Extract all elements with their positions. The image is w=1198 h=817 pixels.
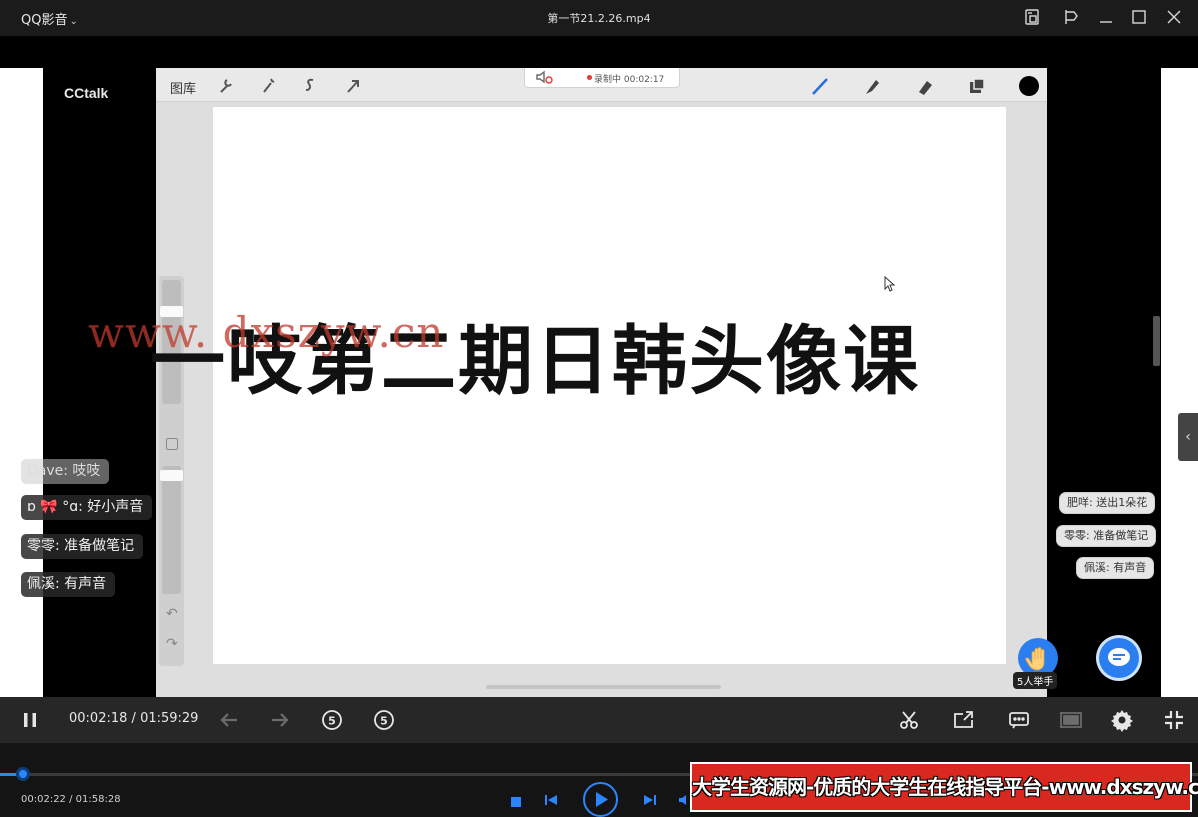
wrench-icon bbox=[213, 74, 237, 98]
time-separator: / bbox=[131, 711, 136, 726]
chat-notification: 佩溪: 有声音 bbox=[1076, 557, 1155, 579]
opacity-track bbox=[162, 466, 181, 594]
outer-time-display: 00:02:22 / 01:58:28 bbox=[21, 794, 121, 805]
transform-arrow-icon bbox=[341, 74, 365, 98]
pin-icon[interactable] bbox=[1060, 6, 1082, 28]
player-controls: 00:02:18 / 01:59:29 5 5 bbox=[0, 697, 1198, 743]
video-area[interactable]: CCtalk 图库 录制中 00:02:17 ↶ ↷ 一吱第二期日韩头像课 ww… bbox=[0, 36, 1198, 729]
previous-arrow-icon[interactable] bbox=[217, 708, 241, 732]
chat-bubble-icon bbox=[1099, 638, 1139, 678]
cctalk-logo: CCtalk bbox=[64, 85, 109, 101]
watermark-text: www. dxszyw.cn bbox=[88, 308, 445, 357]
layers-icon bbox=[965, 74, 989, 98]
play-button[interactable] bbox=[582, 781, 619, 817]
chat-notification: 零零: 准备做笔记 bbox=[1056, 525, 1157, 547]
site-banner: 大学生资源网-优质的大学生在线指导平台-www.dxszyw.cn bbox=[690, 762, 1198, 812]
mic-muted-icon bbox=[535, 70, 553, 87]
pause-button[interactable] bbox=[18, 708, 42, 732]
mouse-cursor-icon bbox=[884, 276, 896, 292]
exit-fullscreen-icon[interactable] bbox=[1162, 708, 1186, 732]
scissors-icon[interactable] bbox=[897, 708, 921, 732]
svg-text:5: 5 bbox=[380, 715, 388, 728]
total-time: 01:59:29 bbox=[140, 711, 199, 726]
qq-player-window: QQ影音 ⌄ 第一节21.2.26.mp4 CCtalk 图库 录制中 00:0… bbox=[0, 0, 1198, 817]
chat-message: ɒ 🎀 °ɑ: 好小声音 bbox=[21, 495, 153, 520]
redo-icon: ↷ bbox=[166, 636, 178, 652]
outer-player-bar: 00:02:22 / 01:58:28 大学生资源网-优质的大学生在线指导平台-… bbox=[0, 743, 1198, 817]
chat-message: Dave: 吱吱 bbox=[21, 459, 110, 484]
seek-knob[interactable] bbox=[16, 767, 30, 781]
next-arrow-icon[interactable] bbox=[268, 708, 292, 732]
modify-square-icon bbox=[166, 438, 178, 450]
title-bar: QQ影音 ⌄ 第一节21.2.26.mp4 bbox=[0, 0, 1198, 36]
share-screen-icon[interactable] bbox=[952, 708, 976, 732]
color-swatch-icon bbox=[1017, 74, 1041, 98]
selection-icon bbox=[298, 74, 322, 98]
undo-icon: ↶ bbox=[166, 606, 178, 622]
magic-wand-icon bbox=[256, 74, 280, 98]
maximize-icon[interactable] bbox=[1128, 6, 1150, 28]
eraser-icon bbox=[913, 74, 937, 98]
brush-icon bbox=[808, 74, 832, 98]
forward-5-button[interactable]: 5 bbox=[372, 708, 396, 732]
panel-grip bbox=[1153, 316, 1160, 366]
recording-status-bar: 录制中 00:02:17 bbox=[524, 68, 680, 88]
video-frame: CCtalk 图库 录制中 00:02:17 ↶ ↷ 一吱第二期日韩头像课 ww… bbox=[0, 68, 1198, 729]
banner-text: 大学生资源网-优质的大学生在线指导平台-www.dxszyw.cn bbox=[692, 775, 1198, 799]
recording-status: 录制中 00:02:17 bbox=[594, 75, 665, 85]
stop-icon[interactable] bbox=[510, 793, 522, 812]
smudge-icon bbox=[860, 74, 884, 98]
chat-notification: 肥咩: 送出1朵花 bbox=[1059, 492, 1156, 514]
gallery-label: 图库 bbox=[170, 82, 197, 97]
svg-text:5: 5 bbox=[328, 715, 336, 728]
subtitle-icon[interactable] bbox=[1007, 708, 1031, 732]
minimize-icon[interactable] bbox=[1095, 6, 1117, 28]
chat-message: 佩溪: 有声音 bbox=[21, 572, 116, 597]
drawing-toolbar: 图库 录制中 00:02:17 bbox=[156, 68, 1047, 102]
recording-dot-icon bbox=[587, 75, 592, 80]
current-time: 00:02:18 bbox=[69, 711, 128, 726]
playback-time: 00:02:18 / 01:59:29 bbox=[69, 711, 198, 726]
canvas-scrollbar bbox=[486, 685, 721, 689]
rewind-5-button[interactable]: 5 bbox=[320, 708, 344, 732]
next-track-icon[interactable] bbox=[643, 792, 657, 811]
previous-track-icon[interactable] bbox=[544, 792, 558, 811]
opacity-thumb bbox=[160, 470, 183, 481]
chevron-left-icon: ‹ bbox=[1178, 413, 1198, 461]
mini-mode-icon[interactable] bbox=[1021, 6, 1043, 28]
file-title: 第一节21.2.26.mp4 bbox=[547, 12, 651, 25]
raise-hand-count: 5人举手 bbox=[1013, 672, 1058, 689]
settings-gear-icon[interactable] bbox=[1110, 708, 1134, 732]
chat-message: 零零: 准备做笔记 bbox=[21, 534, 144, 559]
window-mode-icon[interactable] bbox=[1059, 708, 1083, 732]
close-icon[interactable] bbox=[1163, 6, 1185, 28]
